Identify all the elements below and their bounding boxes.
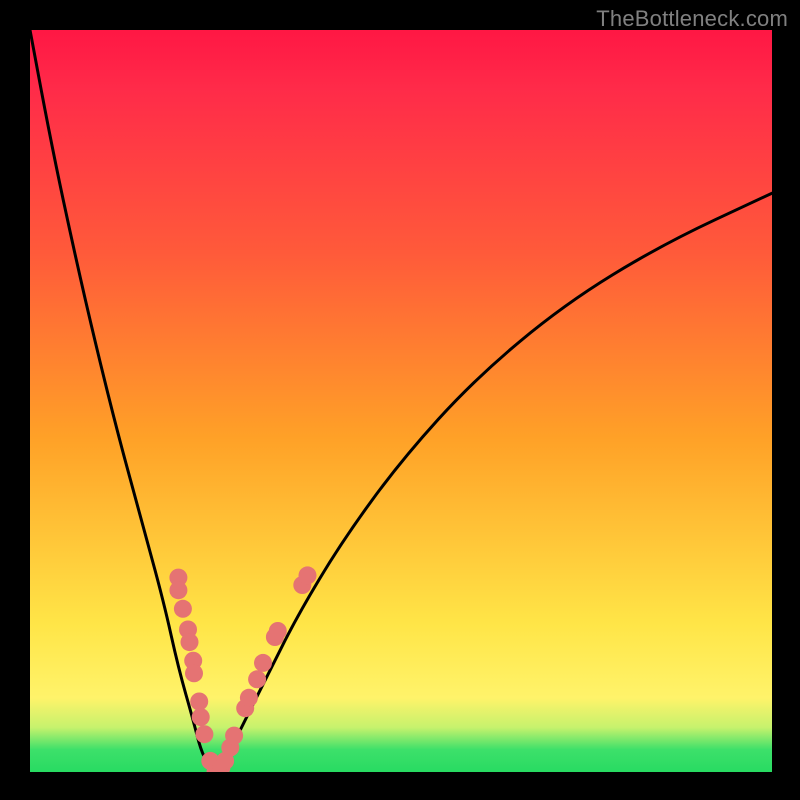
chart-frame: TheBottleneck.com [0, 0, 800, 800]
scatter-point [185, 664, 203, 682]
scatter-point [299, 566, 317, 584]
scatter-point [254, 654, 272, 672]
scatter-point [195, 725, 213, 743]
plot-area [30, 30, 772, 772]
scatter-point [269, 622, 287, 640]
scatter-point [190, 693, 208, 711]
scatter-point [225, 727, 243, 745]
curve-layer [30, 30, 772, 772]
scatter-point [240, 689, 258, 707]
scatter-point [248, 670, 266, 688]
scatter-point [169, 581, 187, 599]
scatter-point [192, 708, 210, 726]
bottleneck-curve [30, 30, 772, 770]
scatter-point [174, 600, 192, 618]
watermark-text: TheBottleneck.com [596, 6, 788, 32]
scatter-point [181, 633, 199, 651]
